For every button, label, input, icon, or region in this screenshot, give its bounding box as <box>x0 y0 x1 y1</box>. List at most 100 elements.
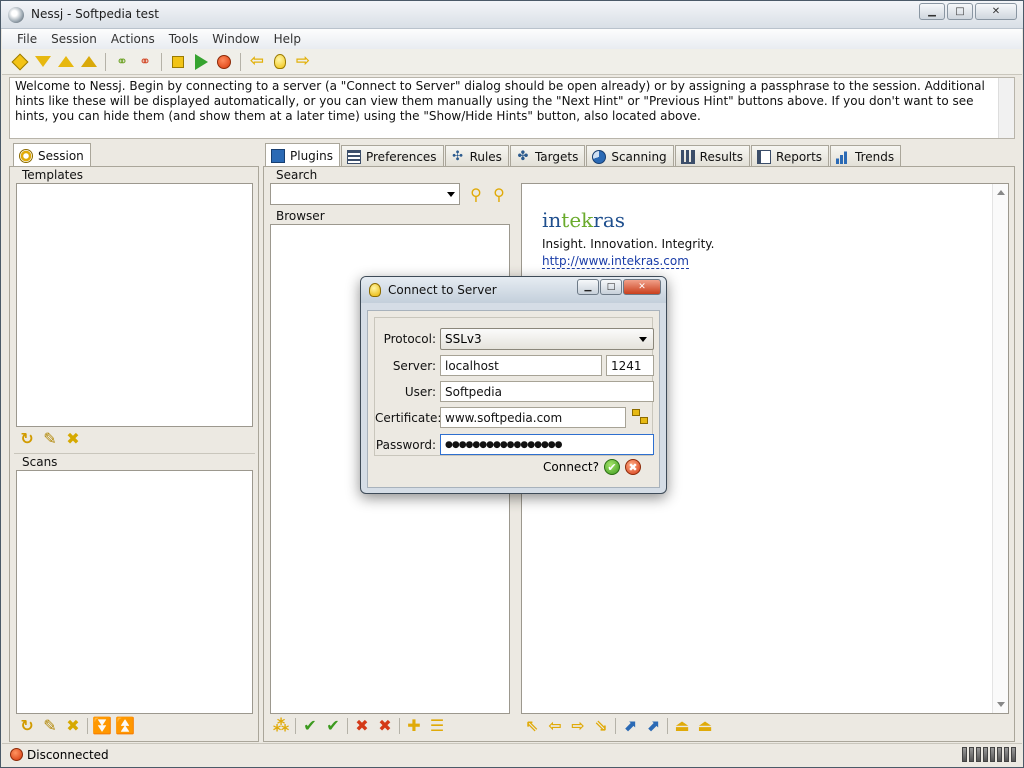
close-button[interactable]: ✕ <box>975 3 1017 20</box>
port-input[interactable]: 1241 <box>606 355 654 376</box>
edit-icon[interactable]: ✎ <box>41 717 59 735</box>
maximize-button[interactable]: □ <box>947 3 973 20</box>
scans-list[interactable] <box>16 470 253 714</box>
enable-icon[interactable]: ✔ <box>301 717 319 735</box>
toolbar-separator <box>161 52 162 71</box>
reports-icon <box>757 149 772 164</box>
connect-icon[interactable]: ⚭ <box>112 52 132 72</box>
delete-icon[interactable]: ✖ <box>64 430 82 448</box>
menu-actions[interactable]: Actions <box>104 32 162 46</box>
previous-hint-icon[interactable]: ⇦ <box>247 52 267 72</box>
tab-results[interactable]: Results <box>674 145 751 167</box>
website-link[interactable]: http://www.intekras.com <box>542 254 689 269</box>
move-top-icon[interactable] <box>79 52 99 72</box>
chevron-down-icon[interactable] <box>447 191 455 197</box>
move-up-icon[interactable] <box>56 52 76 72</box>
tab-plugins[interactable]: Plugins <box>265 143 340 167</box>
hint-scrollbar[interactable] <box>998 78 1014 138</box>
disable-icon[interactable]: ✖ <box>353 717 371 735</box>
stop-icon[interactable] <box>168 52 188 72</box>
delete-icon[interactable]: ✖ <box>64 717 82 735</box>
templates-list[interactable] <box>16 183 253 427</box>
connection-form: Protocol: SSLv3 Server: localhost 1241 U… <box>374 317 654 456</box>
hint-bulb-icon <box>369 283 381 297</box>
move-top-icon[interactable]: ⏏ <box>696 717 714 735</box>
menu-file[interactable]: File <box>10 32 44 46</box>
group-icon[interactable]: ⁂ <box>272 717 290 735</box>
scroll-down-icon[interactable] <box>997 702 1005 707</box>
tab-preferences[interactable]: Preferences <box>340 145 444 167</box>
diamond-icon[interactable] <box>10 52 30 72</box>
export-all-icon[interactable]: ⬈ <box>644 717 662 735</box>
session-tabbar: Session <box>13 143 92 167</box>
forward-icon[interactable]: ⇨ <box>569 717 587 735</box>
toolbar-separator <box>399 718 400 734</box>
connect-cancel-icon[interactable]: ✖ <box>625 459 641 475</box>
protocol-select[interactable]: SSLv3 <box>440 328 654 350</box>
move-bottom-icon[interactable]: ⏬ <box>92 717 112 735</box>
move-down-icon[interactable] <box>33 52 53 72</box>
divider <box>14 453 255 454</box>
connect-ok-icon[interactable]: ✔ <box>604 459 620 475</box>
menu-tools[interactable]: Tools <box>162 32 206 46</box>
show-hide-hints-icon[interactable] <box>270 52 290 72</box>
tab-targets[interactable]: ✤ Targets <box>509 145 586 167</box>
move-top-icon[interactable]: ⏫ <box>115 717 135 735</box>
user-input[interactable]: Softpedia <box>440 381 654 402</box>
first-icon[interactable]: ⇖ <box>523 717 541 735</box>
menu-window[interactable]: Window <box>205 32 266 46</box>
trends-icon <box>836 149 851 164</box>
tab-reports[interactable]: Reports <box>751 145 830 167</box>
protocol-value: SSLv3 <box>445 332 482 346</box>
toolbar-separator <box>615 718 616 734</box>
next-hint-icon[interactable]: ⇨ <box>293 52 313 72</box>
scanning-icon <box>592 149 607 164</box>
search-icon[interactable]: ⚲ <box>467 186 485 204</box>
dialog-maximize-button[interactable]: □ <box>600 279 622 295</box>
menu-session[interactable]: Session <box>44 32 104 46</box>
move-up-icon[interactable]: ⏏ <box>673 717 691 735</box>
search-combo[interactable] <box>270 183 460 205</box>
rules-icon: ✣ <box>452 148 464 164</box>
tab-targets-label: Targets <box>534 149 579 164</box>
window-title: Nessj - Softpedia test <box>31 7 159 21</box>
back-icon[interactable]: ⇦ <box>546 717 564 735</box>
certificate-label: Certificate: <box>375 410 442 425</box>
expand-icon[interactable]: ✚ <box>405 717 423 735</box>
dialog-close-button[interactable]: ✕ <box>623 279 661 295</box>
tab-reports-label: Reports <box>776 149 823 164</box>
content-scrollbar[interactable] <box>992 184 1008 713</box>
title-bar[interactable]: Nessj - Softpedia test ▁ □ ✕ <box>1 1 1023 29</box>
connect-prompt: Connect? <box>543 460 599 474</box>
certificate-browse-icon[interactable] <box>632 408 650 427</box>
export-icon[interactable]: ⬈ <box>621 717 639 735</box>
disconnect-icon[interactable]: ⚭ <box>135 52 155 72</box>
toolbar-separator <box>105 52 106 71</box>
dialog-title-bar[interactable]: Connect to Server ▁ □ ✕ <box>361 277 666 303</box>
certificate-input[interactable]: www.softpedia.com <box>440 407 626 428</box>
certificate-row: Certificate: www.softpedia.com <box>375 407 650 428</box>
app-icon[interactable] <box>8 7 24 23</box>
dialog-minimize-button[interactable]: ▁ <box>577 279 599 295</box>
disable-all-icon[interactable]: ✖ <box>376 717 394 735</box>
refresh-icon[interactable]: ↻ <box>18 430 36 448</box>
enable-all-icon[interactable]: ✔ <box>324 717 342 735</box>
edit-icon[interactable]: ✎ <box>41 430 59 448</box>
tab-rules[interactable]: ✣ Rules <box>444 145 509 167</box>
collapse-icon[interactable]: ☰ <box>428 717 446 735</box>
tab-scanning[interactable]: Scanning <box>586 145 674 167</box>
minimize-button[interactable]: ▁ <box>919 3 945 20</box>
menu-help[interactable]: Help <box>267 32 308 46</box>
last-icon[interactable]: ⇘ <box>592 717 610 735</box>
tab-session[interactable]: Session <box>13 143 91 167</box>
scroll-up-icon[interactable] <box>997 190 1005 195</box>
advanced-search-icon[interactable]: ⚲ <box>490 186 508 204</box>
play-icon[interactable] <box>191 52 211 72</box>
password-input[interactable]: ●●●●●●●●●●●●●●●●● <box>440 434 654 455</box>
refresh-icon[interactable]: ↻ <box>18 717 36 735</box>
tab-trends[interactable]: Trends <box>830 145 902 167</box>
tab-results-label: Results <box>699 149 744 164</box>
plugins-icon <box>271 148 285 163</box>
record-icon[interactable] <box>214 52 234 72</box>
server-input[interactable]: localhost <box>440 355 602 376</box>
